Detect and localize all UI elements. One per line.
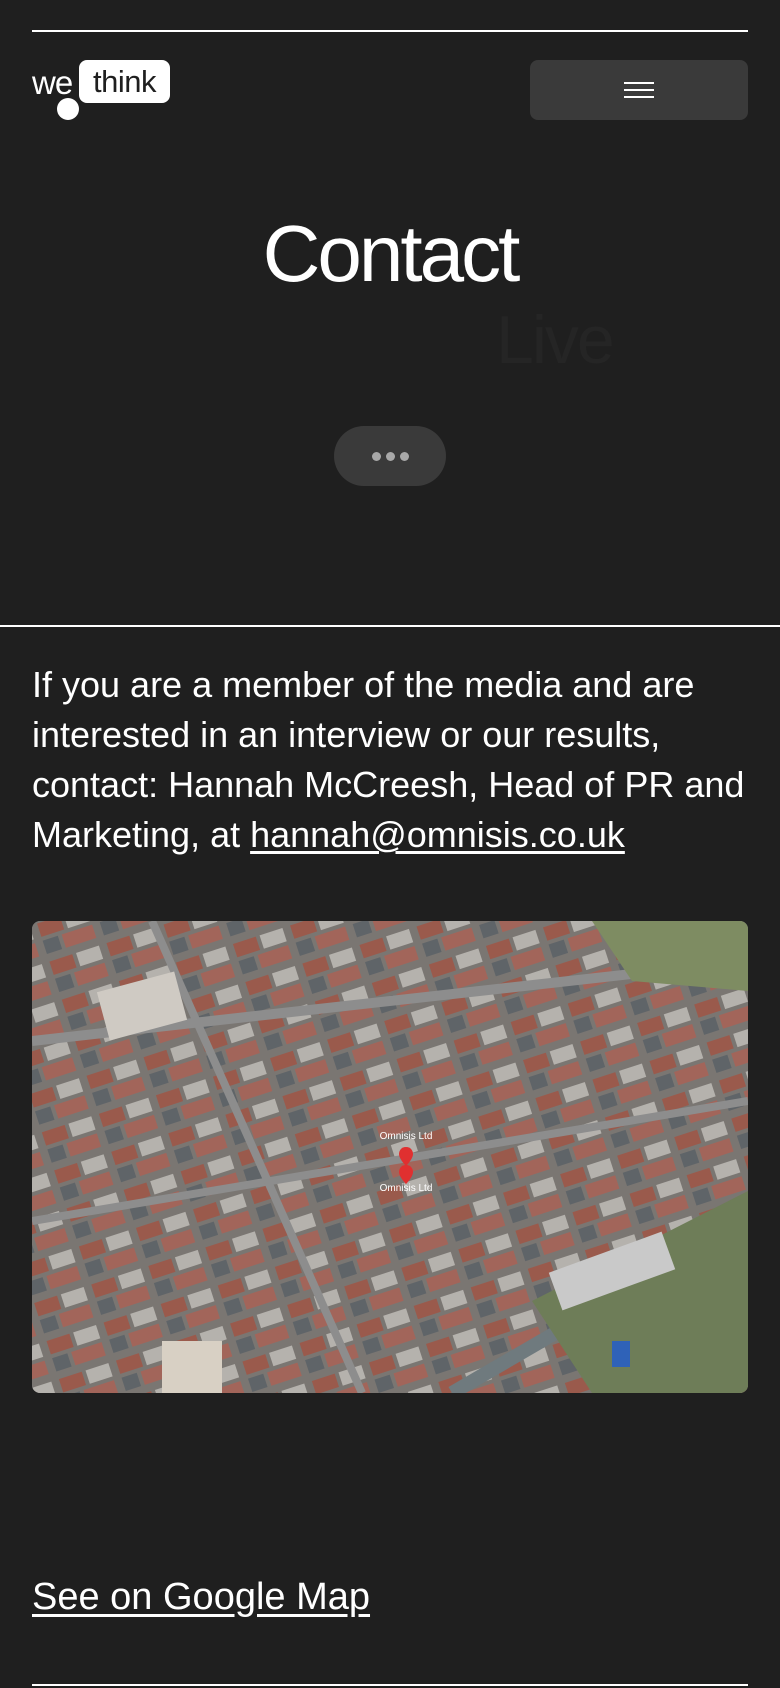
svg-text:Omnisis Ltd: Omnisis Ltd [380,1131,433,1142]
logo-text-think: think [79,60,170,103]
menu-button[interactable] [530,60,748,120]
map-image[interactable]: Omnisis Ltd Omnisis Ltd [32,921,748,1393]
section-divider [0,625,780,627]
aerial-map: Omnisis Ltd Omnisis Ltd [32,921,748,1393]
top-divider [32,30,748,32]
ghost-word: Live [496,302,615,378]
logo-dot [57,98,79,120]
ellipsis-icon [371,451,381,461]
logo-text-we: we [32,64,73,101]
svg-text:Omnisis Ltd: Omnisis Ltd [380,1183,433,1194]
more-button[interactable] [334,426,446,486]
hamburger-icon [624,82,654,98]
contact-paragraph: If you are a member of the media and are… [32,660,752,860]
page-title: Contact [262,209,521,298]
email-link[interactable]: hannah@omnisis.co.uk [250,814,625,855]
bottom-divider [32,1684,748,1686]
logo[interactable]: we think [32,60,172,120]
google-map-link[interactable]: See on Google Map [32,1574,370,1620]
